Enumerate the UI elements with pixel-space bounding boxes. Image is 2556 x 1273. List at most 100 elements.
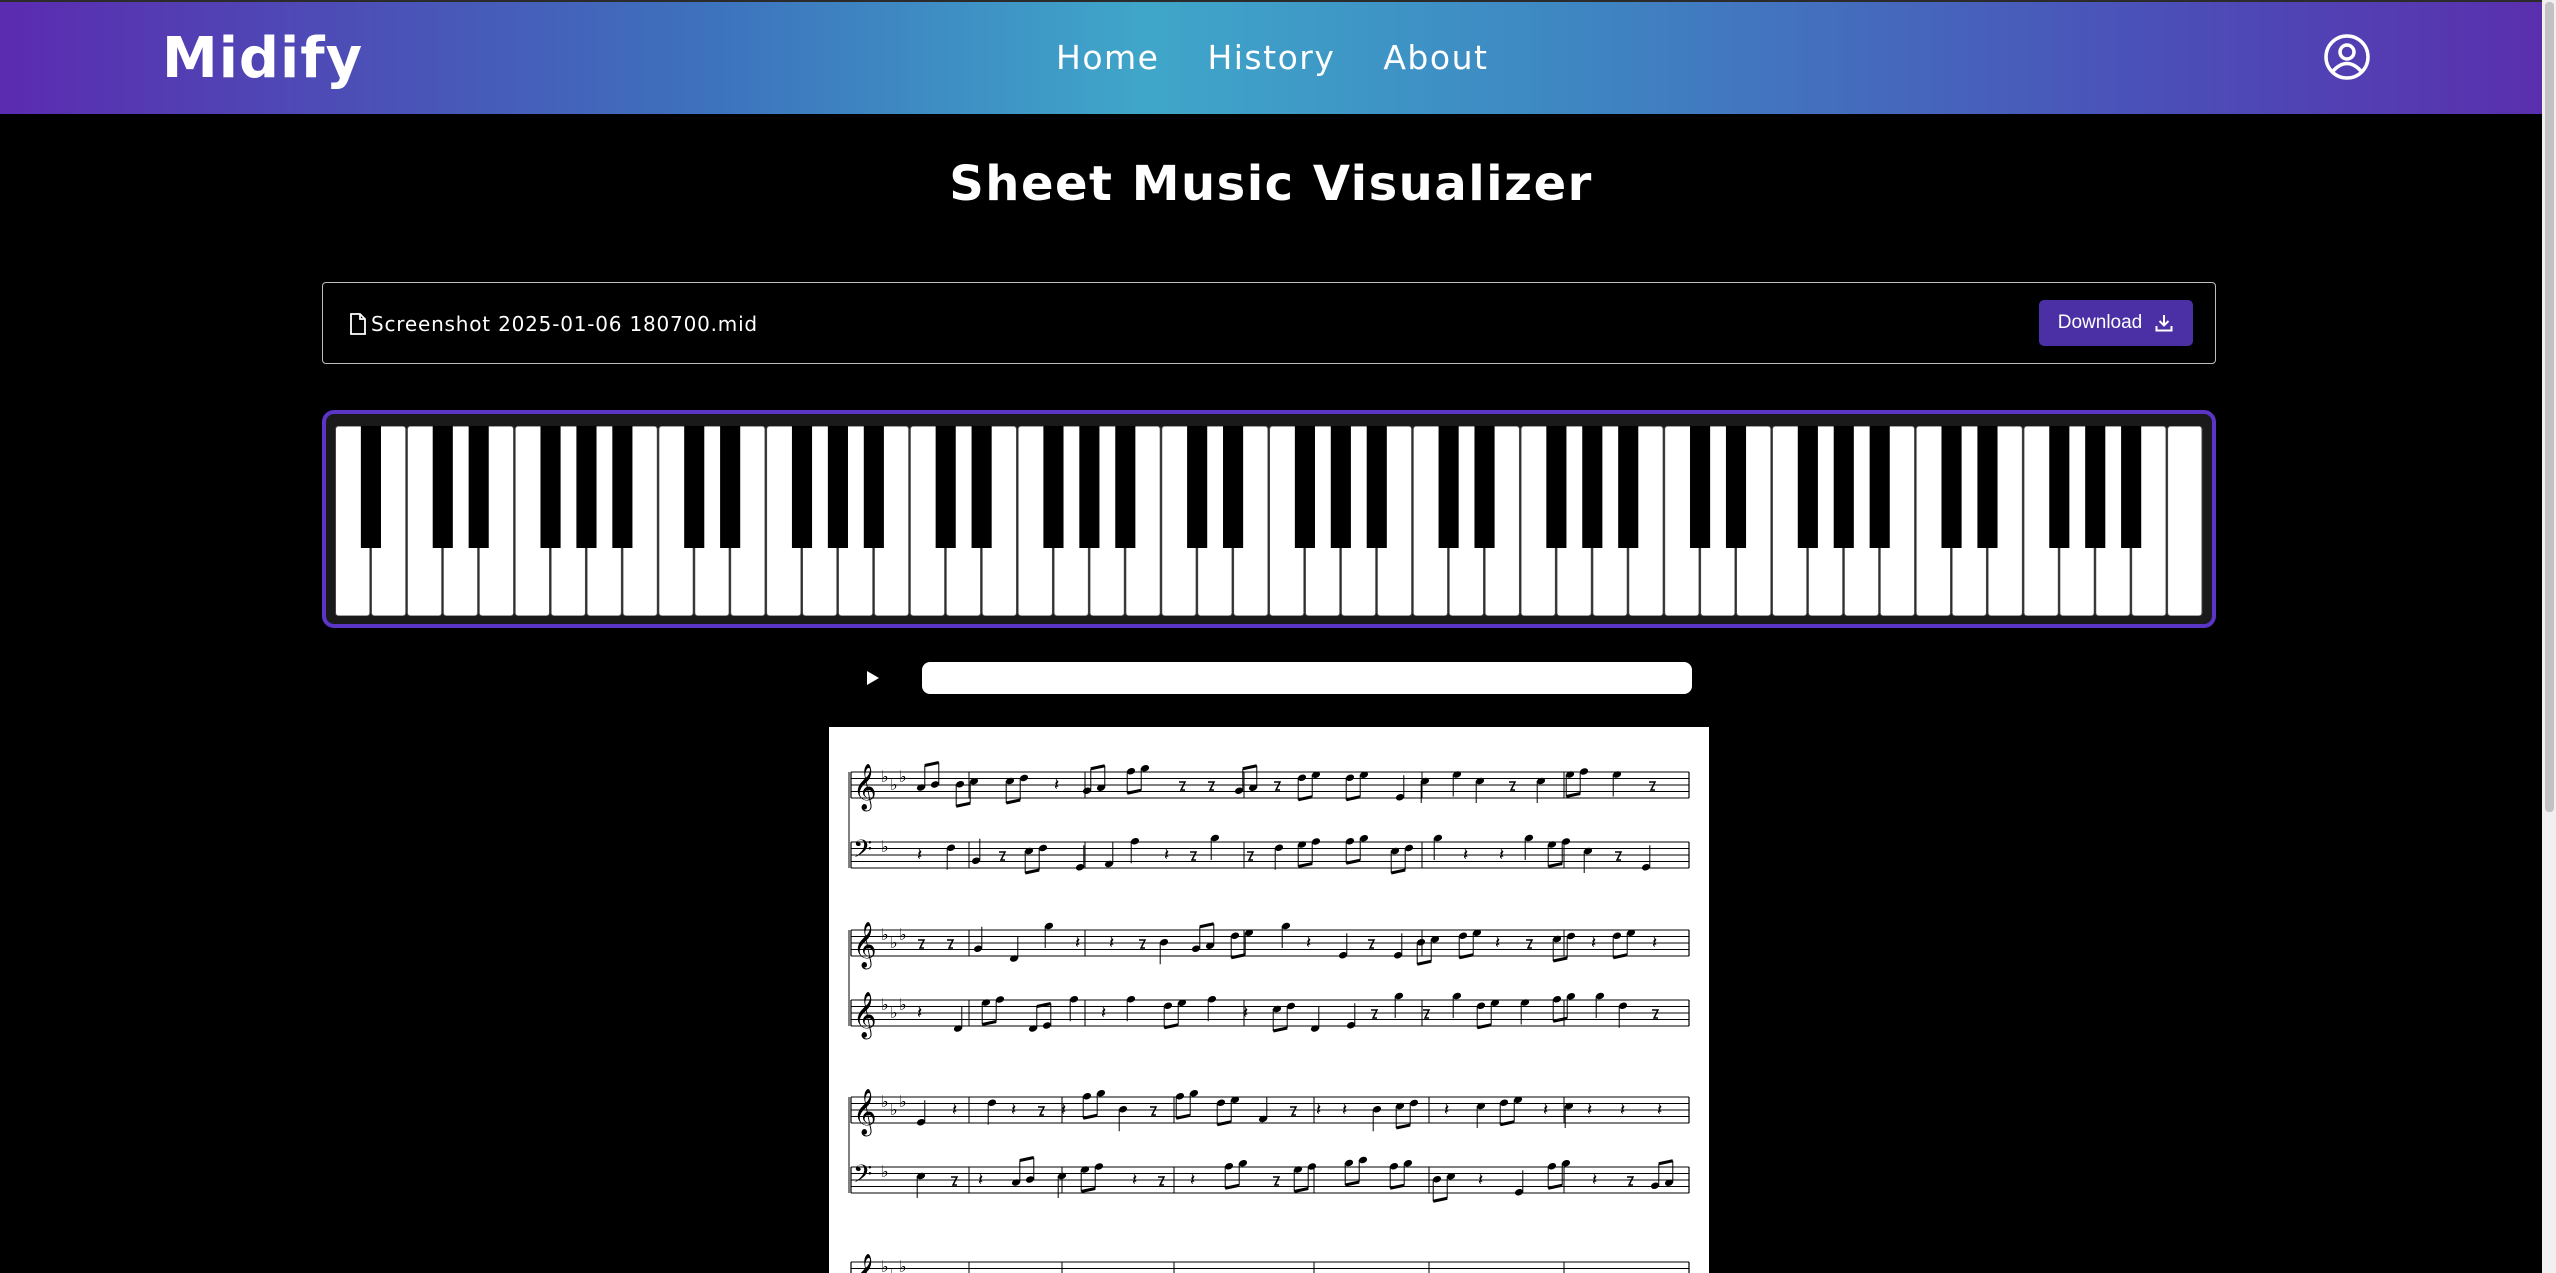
page-title: Sheet Music Visualizer — [949, 156, 1593, 212]
piano-black-key[interactable] — [1546, 426, 1567, 548]
piano-keys[interactable] — [335, 426, 2203, 616]
svg-text:𝄽: 𝄽 — [1316, 1100, 1321, 1120]
nav-link-history[interactable]: History — [1207, 38, 1335, 77]
svg-text:𝄞: 𝄞 — [853, 1254, 877, 1273]
svg-text:𝄽: 𝄽 — [1061, 1100, 1066, 1120]
svg-text:𝄽: 𝄽 — [1342, 1100, 1347, 1120]
staff: 𝄞 ♭ ♭ ♭ 𝄽 𝄽 𝄽 𝄽 𝄽 𝄽 — [850, 922, 1690, 970]
piano-black-key[interactable] — [1438, 426, 1459, 548]
svg-text:♭: ♭ — [899, 1092, 907, 1111]
download-icon — [2155, 315, 2173, 332]
piano-black-key[interactable] — [1618, 426, 1639, 548]
piano-black-key[interactable] — [1043, 426, 1064, 548]
piano-black-key[interactable] — [684, 426, 705, 548]
piano-black-key[interactable] — [612, 426, 633, 548]
svg-text:♭: ♭ — [881, 1092, 889, 1111]
piano-black-key[interactable] — [1474, 426, 1495, 548]
svg-text:𝄽: 𝄽 — [1444, 1100, 1449, 1120]
download-button[interactable]: Download — [2039, 300, 2193, 346]
svg-text:𝄽: 𝄽 — [917, 1003, 922, 1023]
nav-link-home[interactable]: Home — [1056, 38, 1159, 77]
svg-text:♭: ♭ — [881, 837, 889, 856]
svg-text:♭: ♭ — [899, 767, 907, 786]
piano-black-key[interactable] — [360, 426, 381, 548]
play-icon[interactable] — [858, 664, 886, 692]
piano-white-key[interactable] — [2167, 426, 2203, 616]
svg-text:𝄽: 𝄽 — [1243, 1003, 1248, 1023]
piano-keyboard — [322, 410, 2216, 628]
brand-logo[interactable]: Midify — [162, 26, 363, 91]
scrollbar-thumb[interactable] — [2545, 2, 2554, 812]
piano-black-key[interactable] — [1115, 426, 1136, 548]
svg-text:𝄽: 𝄽 — [1190, 1170, 1195, 1190]
svg-text:𝄽: 𝄽 — [1054, 775, 1059, 795]
piano-black-key[interactable] — [791, 426, 813, 548]
user-account-button[interactable] — [2322, 32, 2372, 82]
staff: 𝄞 ♭ ♭ ♭ 𝄽 𝄽 𝄽 — [850, 992, 1690, 1040]
piano-black-key[interactable] — [2121, 426, 2142, 548]
svg-text:𝄽: 𝄽 — [1499, 845, 1504, 865]
svg-text:𝄽: 𝄽 — [917, 845, 922, 865]
sheet-music: 𝄞 ♭ ♭ ♭ 𝄽 𝄢 ♭ 𝄽 𝄽 𝄽 𝄽 𝄞 ♭ ♭ ♭ 𝄽 𝄽 𝄽 𝄽 𝄽 𝄽 𝄞 ♭ ♭ ♭ 𝄽 𝄽 𝄽 𝄞 ♭ ♭ ♭ 𝄽 𝄽 𝄽 𝄽 𝄽 𝄽 𝄽 𝄽… — [829, 727, 1709, 1273]
playback-progress-bar[interactable] — [922, 662, 1692, 694]
piano-black-key[interactable] — [468, 426, 489, 548]
piano-black-key[interactable] — [2049, 426, 2070, 548]
piano-black-key[interactable] — [432, 426, 453, 548]
piano-black-key[interactable] — [1690, 426, 1711, 548]
piano-black-key[interactable] — [540, 426, 561, 548]
svg-text:𝄽: 𝄽 — [1164, 845, 1169, 865]
svg-text:♭: ♭ — [881, 767, 889, 786]
user-circle-icon — [2324, 34, 2370, 80]
piano-black-key[interactable] — [1797, 426, 1818, 548]
piano-black-key[interactable] — [827, 426, 848, 548]
svg-text:♭: ♭ — [890, 1003, 898, 1022]
svg-text:♭: ♭ — [890, 933, 898, 952]
piano-black-key[interactable] — [1833, 426, 1854, 548]
piano-black-key[interactable] — [720, 426, 741, 548]
svg-text:𝄽: 𝄽 — [952, 1100, 957, 1120]
piano-black-key[interactable] — [1079, 426, 1100, 548]
svg-text:𝄞: 𝄞 — [853, 992, 877, 1040]
piano-black-key[interactable] — [576, 426, 597, 548]
svg-text:𝄽: 𝄽 — [1101, 1003, 1106, 1023]
piano-black-key[interactable] — [1187, 426, 1208, 548]
svg-text:♭: ♭ — [881, 995, 889, 1014]
piano-black-key[interactable] — [1869, 426, 1890, 548]
piano-black-key[interactable] — [2085, 426, 2106, 548]
download-button-label: Download — [2057, 312, 2143, 333]
svg-text:𝄽: 𝄽 — [1620, 1100, 1625, 1120]
piano-black-key[interactable] — [1582, 426, 1603, 548]
svg-text:𝄽: 𝄽 — [1652, 933, 1657, 953]
piano-black-key[interactable] — [1366, 426, 1387, 548]
svg-text:𝄽: 𝄽 — [1306, 933, 1311, 953]
svg-text:𝄞: 𝄞 — [853, 764, 877, 812]
staff: 𝄞♭♭♭ — [850, 1254, 1690, 1273]
piano-black-key[interactable] — [863, 426, 884, 548]
svg-text:𝄽: 𝄽 — [1478, 1170, 1483, 1190]
piano-black-key[interactable] — [1223, 426, 1244, 548]
piano-black-key[interactable] — [935, 426, 956, 548]
piano-black-key[interactable] — [1294, 426, 1315, 548]
piano-black-key[interactable] — [1725, 426, 1747, 548]
file-name: Screenshot 2025-01-06 180700.mid — [371, 312, 758, 336]
svg-text:♭: ♭ — [899, 925, 907, 944]
piano-black-key[interactable] — [971, 426, 992, 548]
svg-text:𝄞: 𝄞 — [853, 922, 877, 970]
staff: 𝄢 ♭ 𝄽 𝄽 𝄽 𝄽 — [850, 834, 1690, 875]
file-icon — [350, 313, 366, 335]
svg-text:𝄽: 𝄽 — [1132, 1170, 1137, 1190]
piano-black-key[interactable] — [1330, 426, 1351, 548]
nav-link-about[interactable]: About — [1383, 38, 1488, 77]
staff: 𝄞 ♭ ♭ ♭ 𝄽 𝄽 𝄽 𝄽 𝄽 𝄽 𝄽 𝄽 𝄽 𝄽 — [850, 1089, 1690, 1137]
svg-text:𝄽: 𝄽 — [1495, 933, 1500, 953]
svg-text:♭: ♭ — [890, 1100, 898, 1119]
svg-text:𝄽: 𝄽 — [1592, 1170, 1597, 1190]
svg-text:♭: ♭ — [899, 995, 907, 1014]
piano-black-key[interactable] — [1941, 426, 1962, 548]
svg-text:♭: ♭ — [881, 925, 889, 944]
piano-black-key[interactable] — [1977, 426, 1998, 548]
svg-text:𝄽: 𝄽 — [1587, 1100, 1592, 1120]
svg-text:𝄢: 𝄢 — [853, 1160, 872, 1195]
svg-text:♭: ♭ — [890, 775, 898, 794]
svg-text:𝄽: 𝄽 — [1075, 933, 1080, 953]
